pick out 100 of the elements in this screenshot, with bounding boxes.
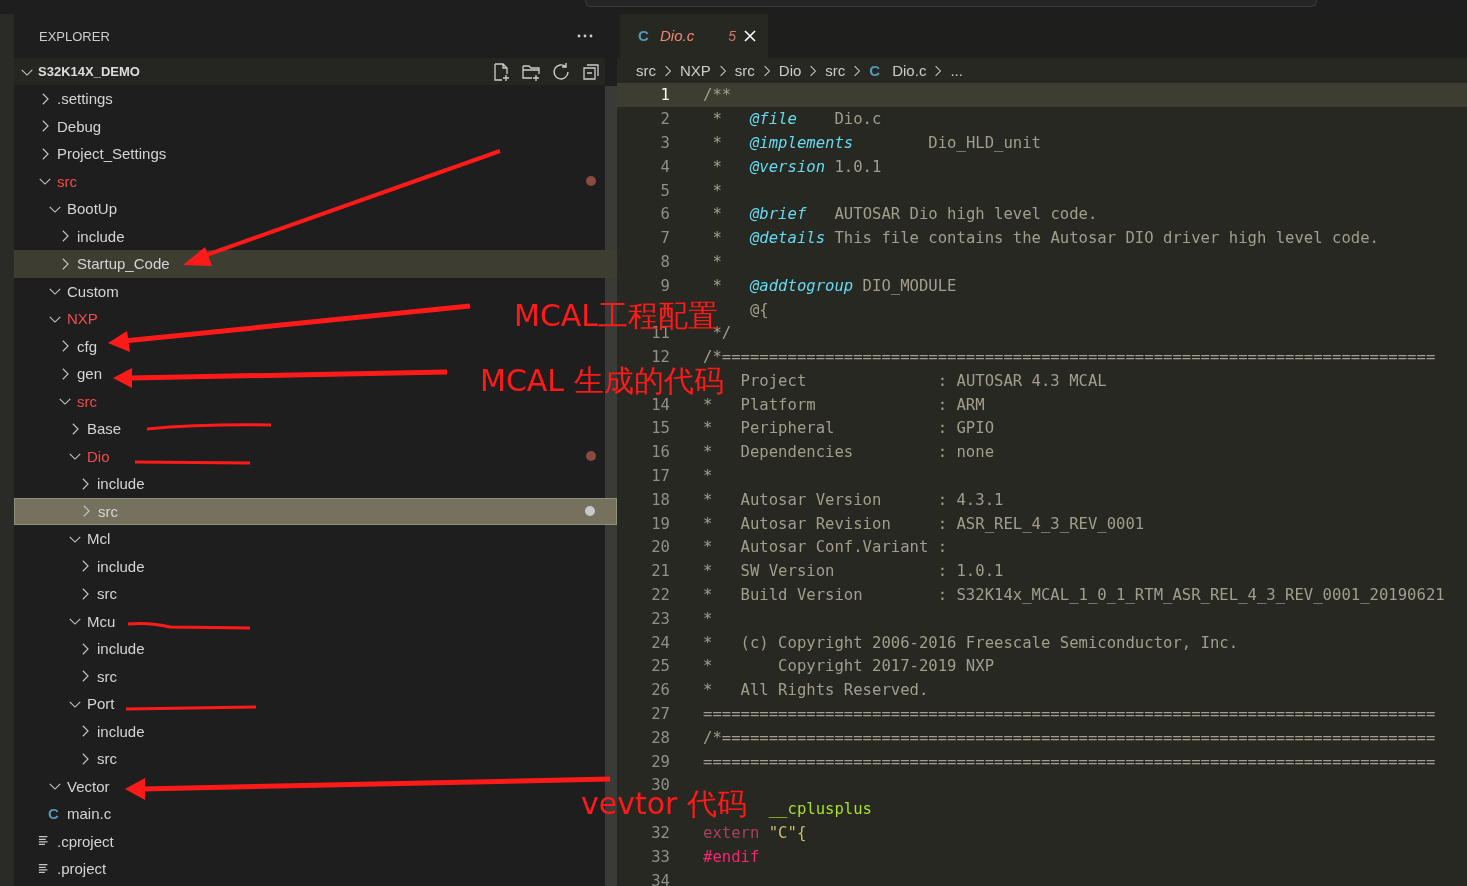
tree-item-label: Startup_Code: [77, 255, 170, 273]
line-number: 25: [650, 657, 670, 676]
tree-item[interactable]: gen: [14, 360, 109, 388]
tree-item[interactable]: include: [14, 717, 151, 745]
tree-item[interactable]: NXP: [14, 305, 104, 333]
tree-item-label: gen: [77, 365, 103, 383]
tree-item[interactable]: include: [14, 222, 131, 250]
tree-item[interactable]: .cproject: [14, 827, 120, 855]
code-line: ==============================================================================: [703, 752, 1436, 771]
tree-item[interactable]: include: [14, 470, 151, 498]
line-number: 22: [650, 586, 670, 605]
close-icon[interactable]: [744, 29, 756, 42]
tree-item-label: Project_Settings: [57, 145, 167, 163]
line-number: 2: [659, 110, 670, 129]
code-line: * Peripheral : GPIO: [703, 419, 995, 438]
tree-item[interactable]: cfg: [14, 332, 103, 360]
tree-item-label: Custom: [67, 282, 119, 300]
line-number: 24: [650, 633, 670, 652]
tree-item[interactable]: Base: [14, 415, 128, 443]
tree-item[interactable]: src: [14, 387, 103, 415]
tree-item[interactable]: Dio: [14, 442, 617, 470]
tree-item[interactable]: Mcl: [14, 525, 117, 553]
more-actions-icon[interactable]: [577, 34, 593, 38]
code-line: * @file Dio.c: [712, 110, 882, 129]
chevron-right-icon: [853, 63, 862, 78]
tree-item[interactable]: Custom: [14, 277, 125, 305]
tree-item-label: src: [97, 750, 117, 768]
tree-item-label: include: [97, 722, 145, 740]
workspace-header[interactable]: S32K14X_DEMO: [14, 58, 605, 85]
tree-item-label: src: [77, 392, 97, 410]
code-line: * Platform : ARM: [703, 395, 985, 414]
tree-item[interactable]: Mcu: [14, 607, 122, 635]
code-line: /**: [703, 86, 732, 105]
tree-item[interactable]: Vector: [14, 772, 116, 800]
tree-item-label: NXP: [67, 310, 98, 328]
code-line: * (c) Copyright 2006-2016 Freescale Semiconductor, Inc.: [703, 633, 1239, 652]
tree-item[interactable]: C main.c: [14, 800, 118, 828]
tree-item[interactable]: .settings: [14, 85, 119, 113]
line-number: 29: [650, 752, 670, 771]
editor-tab[interactable]: C Dio.c 5: [620, 14, 768, 58]
tree-item-label: Port: [87, 695, 115, 713]
problem-count: 5: [728, 27, 736, 44]
code-line: @{: [749, 300, 769, 319]
line-number: 26: [650, 681, 670, 700]
line-number: 19: [650, 514, 670, 533]
tree-item[interactable]: src: [14, 662, 123, 690]
new-file-icon[interactable]: [491, 61, 511, 82]
tree-item-label: .cproject: [57, 832, 114, 850]
line-number: 5: [659, 181, 670, 200]
refresh-icon[interactable]: [551, 61, 571, 82]
code-line: ==============================================================================: [703, 705, 1436, 724]
breadcrumb-item[interactable]: src: [636, 62, 656, 80]
code-line: /*============================================================================: [703, 728, 1436, 747]
tree-item[interactable]: src: [14, 580, 123, 608]
tree-item-label: src: [97, 667, 117, 685]
breadcrumb-item[interactable]: ...: [950, 62, 963, 80]
line-number: 32: [650, 824, 670, 843]
line-number: 1: [659, 86, 670, 105]
c-file-icon: C: [638, 27, 652, 45]
workspace-name: S32K14X_DEMO: [38, 64, 140, 79]
explorer-title: EXPLORER: [39, 28, 110, 44]
code-line: * Build Version : S32K14x_MCAL_1_0_1_RTM_ASR_REL_4_3_REV_0001_20190621: [703, 586, 1445, 605]
tree-item[interactable]: src: [14, 167, 617, 195]
line-number: 18: [650, 490, 670, 509]
tree-item-label: include: [77, 227, 125, 245]
tree-item[interactable]: Debug: [14, 112, 108, 140]
tree-item-label: src: [98, 502, 118, 520]
line-number: 27: [650, 705, 670, 724]
code-line: * Autosar Version : 4.3.1: [703, 490, 1004, 509]
line-number: 8: [659, 252, 670, 271]
breadcrumb-item[interactable]: NXP: [680, 62, 711, 80]
tree-item[interactable]: Project_Settings: [14, 140, 173, 168]
code-line: /*============================================================================: [703, 348, 1436, 367]
tree-item-label: src: [97, 585, 117, 603]
code-line: * All Rights Reserved.: [703, 681, 929, 700]
tree-item[interactable]: Startup_Code: [14, 250, 617, 278]
breadcrumb-item[interactable]: Dio: [778, 62, 802, 80]
tree-item-label: Base: [87, 420, 122, 438]
tree-item-label: Debug: [57, 117, 102, 135]
chevron-right-icon: [934, 63, 943, 78]
breadcrumb-item[interactable]: src: [825, 62, 846, 80]
code-line: __cplusplus: [768, 800, 872, 819]
breadcrumb-item[interactable]: src: [734, 62, 755, 80]
collapse-all-icon[interactable]: [581, 61, 601, 82]
tree-item[interactable]: include: [14, 552, 151, 580]
text-file-icon: [38, 862, 50, 875]
tree-item[interactable]: Port: [14, 690, 121, 718]
code-line: * @implements Dio_HLD_unit: [712, 133, 1041, 152]
line-number: 3: [659, 133, 670, 152]
code-line: *: [712, 252, 722, 271]
tree-item[interactable]: src: [14, 745, 123, 773]
code-line: * Copyright 2017-2019 NXP: [703, 657, 995, 676]
line-number: 4: [659, 157, 670, 176]
tree-item-label: .settings: [57, 90, 113, 108]
breadcrumb-item[interactable]: Dio.c: [892, 62, 927, 80]
tree-item[interactable]: include: [14, 635, 151, 663]
tree-item[interactable]: BootUp: [14, 195, 124, 223]
code-line: * SW Version : 1.0.1: [703, 562, 1004, 581]
code-line: *: [712, 181, 722, 200]
tree-item[interactable]: .project: [14, 855, 113, 883]
